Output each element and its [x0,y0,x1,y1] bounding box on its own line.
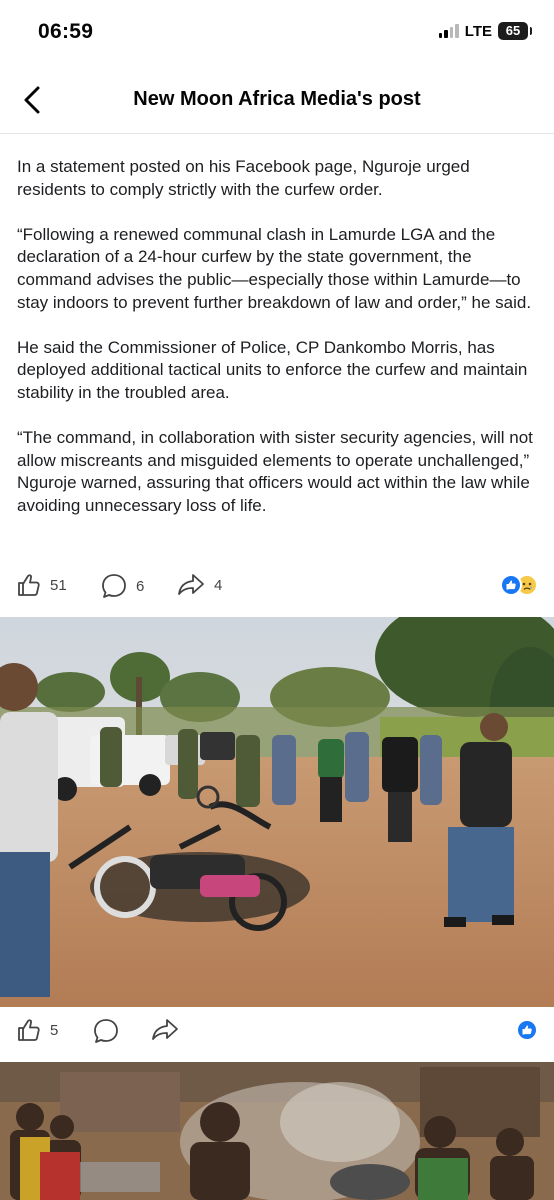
comment-count: 6 [136,577,145,595]
share-icon [178,574,204,595]
post-paragraph: He said the Commissioner of Police, CP D… [17,337,528,402]
comment-icon [102,574,126,598]
share-button[interactable]: 4 [176,572,222,598]
status-indicators: LTE 65 [438,22,532,40]
page-title: New Moon Africa Media's post [133,88,421,110]
post-photo-2[interactable] [0,1062,554,1200]
post-action-bar: 51 6 4 [0,566,554,606]
photo-scene-image [0,1062,554,1200]
photo-action-bar: 5 [0,1011,554,1051]
like-button[interactable]: 51 [16,572,67,598]
post-paragraph: “The command, in collaboration with sist… [17,428,533,515]
like-count: 51 [50,576,67,594]
like-icon [500,574,522,596]
photo-reaction-summary[interactable] [516,1019,538,1041]
post-paragraph: In a statement posted on his Facebook pa… [17,157,470,199]
comment-icon [94,1019,118,1043]
post-paragraph: “Following a renewed communal clash in L… [17,224,532,312]
photo-like-button[interactable]: 5 [16,1017,58,1043]
photo-comment-button[interactable] [92,1017,120,1045]
comment-button[interactable]: 6 [100,572,144,600]
photo-like-count: 5 [50,1021,59,1039]
share-count: 4 [214,576,223,594]
network-label: LTE [464,22,492,40]
photo-share-button[interactable] [150,1017,180,1043]
like-icon [516,1019,538,1041]
photo-scene-image [0,617,554,1007]
post-header: New Moon Africa Media's post [0,66,554,134]
reaction-summary[interactable] [500,574,538,596]
status-bar: 06:59 LTE 65 [0,0,554,62]
battery-icon: 65 [498,22,532,40]
share-icon [152,1019,178,1040]
post-photo[interactable] [0,617,554,1007]
thumbs-up-icon [18,574,40,596]
status-time: 06:59 [38,20,94,43]
post-text: In a statement posted on his Facebook pa… [17,156,541,540]
signal-icon [438,24,459,38]
thumbs-up-icon [18,1019,40,1041]
